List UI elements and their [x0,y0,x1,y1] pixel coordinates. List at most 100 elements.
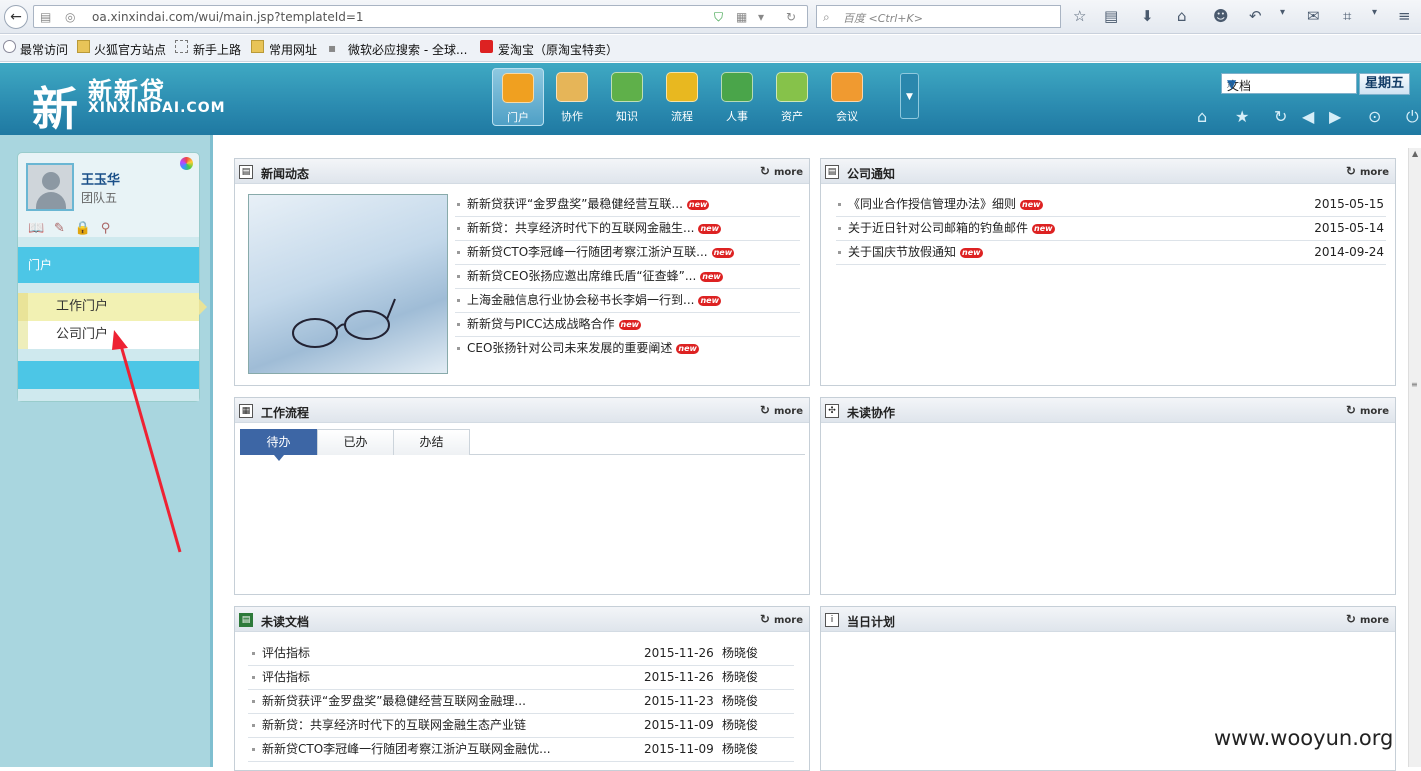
nav-more-button[interactable]: ▼ [900,73,919,119]
news-item[interactable]: CEO张扬针对公司未来发展的重要阐述 new [455,337,800,361]
browser-toolbar: ← ▤ ◎ oa.xinxindai.com/wui/main.jsp?temp… [0,0,1421,34]
more-link[interactable]: ↻ more [760,403,803,417]
refresh-icon: ↻ [1345,164,1356,178]
reload-icon[interactable]: ↻ [786,10,796,24]
notice-date: 2015-05-15 [1314,197,1384,211]
news-item[interactable]: 新新贷CEO张扬应邀出席维氏盾“征查蜂”... new [455,265,800,289]
download-icon[interactable]: ⬇ [1141,7,1154,25]
menu-portal[interactable]: 门户 [18,247,199,283]
doc-title: 新新贷：共享经济时代下的互联网金融生态产业链 [262,718,527,732]
sidebar: 王玉华 团队五 📖 ✎ 🔒 ⚲ 门户 工作门户 公司门户 [0,135,213,767]
refresh-icon: ↻ [759,612,770,626]
power-icon[interactable]: ⏻ [1406,107,1419,127]
nav-hr[interactable]: 人事 [711,68,763,126]
portlet-collab: ✣ 未读协作 ↻ more [820,397,1396,595]
bookmark-item[interactable]: 最常访问 [20,41,68,58]
dropdown-icon[interactable]: ▾ [1372,7,1377,18]
scroll-up-icon[interactable]: ▲ [1412,149,1418,158]
nav-assets[interactable]: 资产 [766,68,818,126]
new-badge: new [700,271,723,282]
portlet-docs: ▤ 未读文档 ↻ more 评估指标 2015-11-26 杨晓俊 评估指标 2015-… [234,606,810,771]
more-link[interactable]: ↻ more [1346,612,1389,626]
doc-author: 杨晓俊 [722,646,759,660]
tab-done[interactable]: 已办 [317,429,394,455]
search-type-select[interactable]: 文档 ▼ ⌕ [1221,73,1357,94]
bookmark-item[interactable]: 常用网址 [269,41,317,58]
tab-finished[interactable]: 办结 [393,429,470,455]
more-link[interactable]: ↻ more [1346,403,1389,417]
dropdown-icon[interactable]: ▾ [1280,7,1285,18]
shield-icon[interactable]: ⛉ [714,10,723,25]
home-icon[interactable]: ⌂ [1197,107,1207,126]
search-icon[interactable]: ⌕ [1227,77,1353,92]
tab-todo[interactable]: 待办 [240,429,317,461]
crop-icon[interactable]: ⌗ [1343,7,1351,25]
bookmark-item[interactable]: 新手上路 [193,41,241,58]
org-chart-icon[interactable]: ⚲ [101,221,111,236]
doc-row[interactable]: 评估指标 2015-11-26 杨晓俊 [248,642,794,666]
lock-icon[interactable]: 🔒 [75,221,91,236]
news-item[interactable]: 新新贷与PICC达成战略合作 new [455,313,800,337]
notice-item[interactable]: 关于近日针对公司邮箱的钓鱼邮件 new 2015-05-14 [836,217,1386,241]
scroll-grip-icon[interactable]: ≡ [1411,380,1418,389]
news-item[interactable]: 新新贷CTO李冠峰一行随团考察江浙沪互联... new [455,241,800,265]
bookmark-item[interactable]: 爱淘宝（原淘宝特卖） [498,41,618,58]
doc-row[interactable]: 新新贷CTO李冠峰一行随团考察江浙沪互联网金融优... 2015-11-09 杨晓俊 [248,738,794,762]
news-image[interactable] [248,194,448,374]
comment-icon[interactable]: ✉ [1307,7,1320,25]
address-bar[interactable]: ▤ ◎ oa.xinxindai.com/wui/main.jsp?templa… [33,5,808,28]
chat-icon[interactable]: ☻ [1213,7,1229,25]
bing-icon: ▪ [328,41,337,55]
portlet-title: 公司通知 [847,167,896,181]
nav-meeting[interactable]: 会议 [821,68,873,126]
theme-icon[interactable] [180,157,193,170]
new-badge: new [618,319,642,330]
menu-icon[interactable]: ≡ [1398,7,1411,25]
bookmark-star-icon[interactable]: ☆ [1073,7,1086,25]
info-icon: i [825,613,839,627]
nav-knowledge[interactable]: 知识 [601,68,653,126]
notice-item[interactable]: 关于国庆节放假通知 new 2014-09-24 [836,241,1386,265]
doc-row[interactable]: 新新贷：共享经济时代下的互联网金融生态产业链 2015-11-09 杨晓俊 [248,714,794,738]
avatar[interactable] [26,163,74,211]
more-link[interactable]: ↻ more [1346,164,1389,178]
nav-label: 会议 [836,110,858,123]
nav-collab[interactable]: 协作 [546,68,598,126]
portlet-notice: ▤ 公司通知 ↻ more 《同业合作授信管理办法》细则 new 2015-05-15… [820,158,1396,386]
doc-date: 2015-11-26 [644,670,714,684]
doc-row[interactable]: 新新贷获评“金罗盘奖”最稳健经营互联网金融理... 2015-11-23 杨晓俊 [248,690,794,714]
book-icon[interactable]: 📖 [28,221,44,236]
page-scrollbar[interactable]: ▲ ≡ [1408,148,1421,767]
back-icon[interactable]: ◀ [1302,107,1314,126]
browser-search-input[interactable]: ⌕ 百度 <Ctrl+K> [816,5,1061,28]
logo-subtext: XINXINDAI.COM [88,100,226,116]
refresh-icon[interactable]: ↻ [1274,107,1287,126]
user-tools: 📖 ✎ 🔒 ⚲ [28,221,116,236]
nav-workflow[interactable]: 流程 [656,68,708,126]
notice-item[interactable]: 《同业合作授信管理办法》细则 new 2015-05-15 [836,193,1386,217]
qr-code-icon[interactable]: ▦ [736,10,747,24]
news-item[interactable]: 新新贷获评“金罗盘奖”最稳健经营互联... new [455,193,800,217]
submenu-work-portal[interactable]: 工作门户 [18,293,207,321]
reading-list-icon[interactable]: ▤ [1104,7,1118,25]
refresh-icon: ↻ [759,164,770,178]
bookmark-item[interactable]: 火狐官方站点 [94,41,166,58]
news-item[interactable]: 新新贷：共享经济时代下的互联网金融生... new [455,217,800,241]
search-placeholder: 百度 <Ctrl+K> [843,12,923,25]
doc-row[interactable]: 评估指标 2015-11-26 杨晓俊 [248,666,794,690]
home-icon[interactable]: ⌂ [1177,7,1187,25]
forward-icon[interactable]: ▶ [1329,107,1341,126]
news-item[interactable]: 上海金融信息行业协会秘书长李娟一行到... new [455,289,800,313]
back-arrow-icon[interactable]: ← [4,5,28,29]
more-link[interactable]: ↻ more [760,164,803,178]
globe-icon: ◎ [65,10,76,24]
favorite-star-icon[interactable]: ★ [1235,107,1249,126]
dropdown-icon[interactable]: ▾ [758,10,764,24]
user-name[interactable]: 王玉华 [81,169,120,188]
more-link[interactable]: ↻ more [760,612,803,626]
collapse-icon[interactable]: ⊙ [1368,107,1381,126]
edit-icon[interactable]: ✎ [54,221,65,236]
bookmark-item[interactable]: 微软必应搜索 - 全球... [348,41,467,58]
nav-portal[interactable]: 门户 [492,68,544,126]
undo-icon[interactable]: ↶ [1249,7,1262,25]
